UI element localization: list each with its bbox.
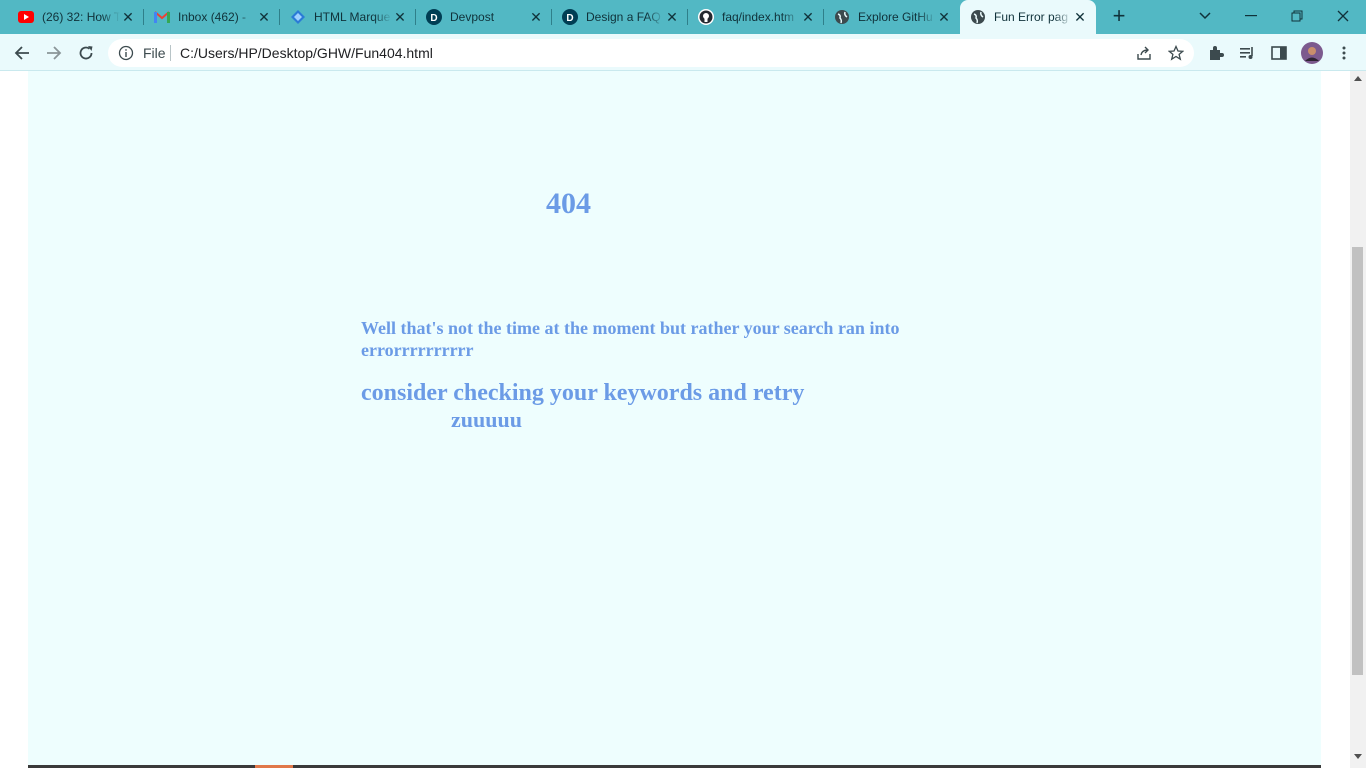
minimize-icon[interactable] [1228,0,1274,32]
tab-youtube[interactable]: (26) 32: How T ✕ [8,0,144,34]
retry-hint: consider checking your keywords and retr… [361,380,805,406]
address-bar[interactable]: File C:/Users/HP/Desktop/GHW/Fun404.html [108,39,1194,67]
sign-off-text: zuuuuu [451,407,522,432]
restore-icon[interactable] [1274,0,1320,32]
error-message: Well that's not the time at the moment b… [361,318,900,360]
tab-title: Explore GitHu [858,9,936,25]
tab-gmail[interactable]: Inbox (462) - ✕ [144,0,280,34]
close-icon[interactable]: ✕ [936,9,952,25]
tab-title: Devpost [450,10,495,24]
close-icon[interactable]: ✕ [256,9,272,25]
tab-title: Inbox (462) - [178,9,256,25]
tab-title: HTML Marque [314,9,392,25]
tab-title: Design a FAQ [586,9,664,25]
address-scheme-label: File [143,45,166,61]
tab-devpost[interactable]: D Devpost ✕ [416,0,552,34]
back-arrow-icon[interactable] [8,39,36,67]
close-icon[interactable]: ✕ [528,9,544,25]
media-queue-icon[interactable] [1238,44,1256,62]
info-icon[interactable] [118,45,134,61]
side-panel-icon[interactable] [1270,44,1288,62]
scrollbar-thumb[interactable] [1352,247,1363,675]
reload-icon[interactable] [72,39,100,67]
close-icon[interactable]: ✕ [120,9,136,25]
close-icon[interactable]: ✕ [664,9,680,25]
error-code-heading: 404 [546,187,591,220]
new-tab-button[interactable]: + [1106,5,1132,29]
devpost-icon: D [562,9,578,25]
close-window-icon[interactable] [1320,0,1366,32]
error-page: 404 Well that's not the time at the mome… [28,71,1321,768]
close-icon[interactable]: ✕ [800,9,816,25]
vertical-scrollbar[interactable] [1350,71,1366,768]
tab-title: (26) 32: How T [42,9,120,25]
scroll-up-arrow-icon[interactable] [1354,76,1362,81]
marquee-site-icon [290,9,306,25]
extensions-puzzle-icon[interactable] [1207,44,1225,62]
scroll-down-arrow-icon[interactable] [1354,754,1362,759]
page-viewport: 404 Well that's not the time at the mome… [0,71,1366,768]
close-icon[interactable]: ✕ [392,9,408,25]
devpost-icon: D [426,9,442,25]
svg-text:D: D [430,13,437,24]
bookmark-star-icon[interactable] [1167,44,1185,61]
tab-html-marquee[interactable]: HTML Marque ✕ [280,0,416,34]
github-icon [698,9,714,25]
tab-title: faq/index.htm [722,9,800,25]
address-url[interactable]: C:/Users/HP/Desktop/GHW/Fun404.html [180,45,433,61]
close-icon[interactable]: ✕ [1072,9,1088,25]
tab-faq-index[interactable]: faq/index.htm ✕ [688,0,824,34]
forward-arrow-icon[interactable] [40,39,68,67]
tab-strip: (26) 32: How T ✕ Inbox (462) - ✕ HTML Ma… [0,0,1366,34]
tab-explore-github[interactable]: Explore GitHu ✕ [824,0,960,34]
gmail-icon [154,9,170,25]
tab-design-faq[interactable]: D Design a FAQ ✕ [552,0,688,34]
youtube-icon [18,9,34,25]
profile-avatar[interactable] [1301,42,1323,64]
tab-title: Fun Error pag [994,9,1072,25]
tab-fun-error-page[interactable]: Fun Error pag ✕ [960,0,1096,34]
globe-icon [970,9,986,25]
kebab-menu-icon[interactable] [1335,44,1353,62]
share-icon[interactable] [1136,45,1152,61]
tab-search-chevron-icon[interactable] [1182,0,1228,32]
address-divider [170,45,171,61]
svg-text:D: D [566,13,573,24]
globe-icon [834,9,850,25]
